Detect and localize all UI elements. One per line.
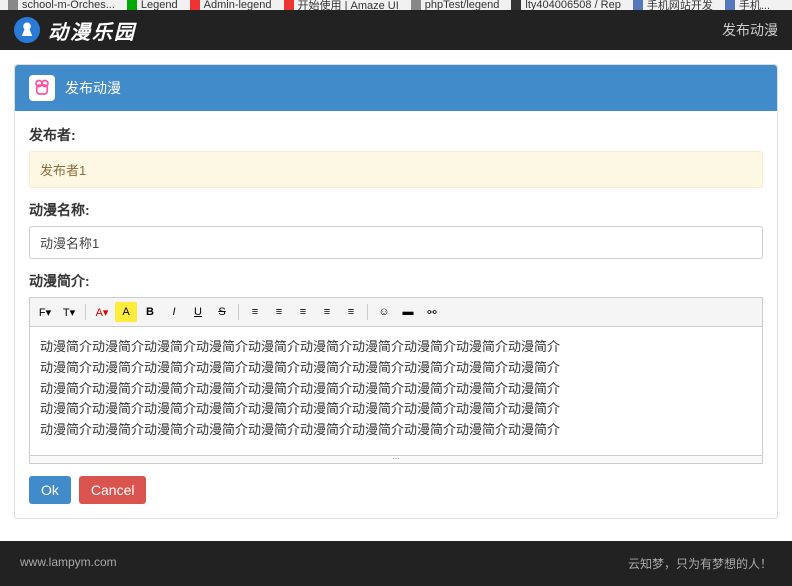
bookmark-label: Admin-legend	[204, 0, 272, 10]
bookmark-item[interactable]: 手机...	[725, 0, 770, 10]
tool-list-ul[interactable]: ≡	[340, 302, 362, 322]
tool-fontcolor[interactable]: A▾	[91, 302, 113, 322]
tool-link[interactable]: ⚯	[421, 302, 443, 322]
tool-image[interactable]: ▬	[397, 302, 419, 322]
publisher-label: 发布者:	[29, 125, 763, 145]
group-publisher: 发布者: 发布者1	[29, 125, 763, 188]
editor-line: 动漫简介动漫简介动漫简介动漫简介动漫简介动漫简介动漫简介动漫简介动漫简介动漫简介	[40, 358, 752, 379]
bookmark-item[interactable]: 开始使用 | Amaze UI	[284, 0, 399, 10]
toolbar-separator	[367, 304, 368, 320]
editor-toolbar: F▾ T▾ A▾ A B I U S ≡ ≡ ≡ ≡ ≡ ☺	[29, 297, 763, 326]
tool-align-center[interactable]: ≡	[268, 302, 290, 322]
tool-underline[interactable]: U	[187, 302, 209, 322]
bookmark-label: school-m-Orches...	[22, 0, 115, 10]
editor-line: 动漫简介动漫简介动漫简介动漫简介动漫简介动漫简介动漫简介动漫简介动漫简介动漫简介	[40, 420, 752, 441]
panel-body: 发布者: 发布者1 动漫名称: 动漫简介: F▾ T▾ A▾ A B I U	[15, 111, 777, 518]
name-input[interactable]	[29, 226, 763, 259]
nav-link-publish[interactable]: 发布动漫	[722, 20, 778, 40]
group-name: 动漫名称:	[29, 200, 763, 259]
editor-line: 动漫简介动漫简介动漫简介动漫简介动漫简介动漫简介动漫简介动漫简介动漫简介动漫简介	[40, 337, 752, 358]
group-intro: 动漫简介: F▾ T▾ A▾ A B I U S ≡ ≡ ≡ ≡ ≡	[29, 271, 763, 464]
tool-emoji[interactable]: ☺	[373, 302, 395, 322]
bookmark-item[interactable]: 手机网站开发	[633, 0, 713, 10]
bookmark-item[interactable]: phpTest/legend	[411, 0, 500, 10]
main-container: 发布动漫 发布者: 发布者1 动漫名称: 动漫简介: F▾ T▾ A▾ A B	[0, 50, 792, 533]
editor-line: 动漫简介动漫简介动漫简介动漫简介动漫简介动漫简介动漫简介动漫简介动漫简介动漫简介	[40, 399, 752, 420]
bookmark-item[interactable]: Admin-legend	[190, 0, 272, 10]
bookmark-icon	[411, 0, 421, 10]
tool-size[interactable]: T▾	[58, 302, 80, 322]
tool-align-left[interactable]: ≡	[244, 302, 266, 322]
brand[interactable]: 动漫乐园	[14, 16, 136, 45]
brand-text: 动漫乐园	[48, 16, 136, 45]
tool-strike[interactable]: S	[211, 302, 233, 322]
tool-format[interactable]: F▾	[34, 302, 56, 322]
browser-bookmark-bar: school-m-Orches... Legend Admin-legend 开始使用…	[0, 0, 792, 10]
bookmark-icon	[725, 0, 735, 10]
tool-italic[interactable]: I	[163, 302, 185, 322]
tool-list-ol[interactable]: ≡	[316, 302, 338, 322]
footer-url[interactable]: www.lampym.com	[20, 555, 117, 572]
navbar: 动漫乐园 发布动漫	[0, 10, 792, 50]
bookmark-label: 手机...	[739, 0, 770, 10]
bookmark-label: lty404006508 / Rep	[525, 0, 620, 10]
bookmark-label: Legend	[141, 0, 178, 10]
bookmark-item[interactable]: Legend	[127, 0, 178, 10]
intro-label: 动漫简介:	[29, 271, 763, 291]
panel: 发布动漫 发布者: 发布者1 动漫名称: 动漫简介: F▾ T▾ A▾ A B	[14, 64, 778, 519]
name-label: 动漫名称:	[29, 200, 763, 220]
editor-resize-handle[interactable]: ⋯	[29, 456, 763, 464]
bookmark-icon	[190, 0, 200, 10]
editor-textarea[interactable]: 动漫简介动漫简介动漫简介动漫简介动漫简介动漫简介动漫简介动漫简介动漫简介动漫简介…	[29, 326, 763, 456]
tool-bold[interactable]: B	[139, 302, 161, 322]
tool-align-right[interactable]: ≡	[292, 302, 314, 322]
tool-highlight[interactable]: A	[115, 302, 137, 322]
bookmark-icon	[127, 0, 137, 10]
bookmark-icon	[284, 0, 294, 10]
bookmark-label: 手机网站开发	[647, 0, 713, 10]
bookmark-label: phpTest/legend	[425, 0, 500, 10]
footer: www.lampym.com 云知梦，只为有梦想的人！	[0, 541, 792, 586]
editor-line: 动漫简介动漫简介动漫简介动漫简介动漫简介动漫简介动漫简介动漫简介动漫简介动漫简介	[40, 379, 752, 400]
toolbar-separator	[85, 304, 86, 320]
toolbar-separator	[238, 304, 239, 320]
bookmark-label: 开始使用 | Amaze UI	[298, 0, 399, 10]
footer-slogan: 云知梦，只为有梦想的人！	[628, 555, 772, 572]
bookmark-item[interactable]: school-m-Orches...	[8, 0, 115, 10]
bookmark-icon	[511, 0, 521, 10]
panel-icon	[29, 75, 55, 101]
panel-header: 发布动漫	[15, 65, 777, 111]
panel-title: 发布动漫	[65, 78, 121, 98]
publisher-value: 发布者1	[29, 151, 763, 188]
bookmark-item[interactable]: lty404006508 / Rep	[511, 0, 620, 10]
bookmark-icon	[633, 0, 643, 10]
brand-icon	[14, 17, 40, 43]
bookmark-icon	[8, 0, 18, 10]
